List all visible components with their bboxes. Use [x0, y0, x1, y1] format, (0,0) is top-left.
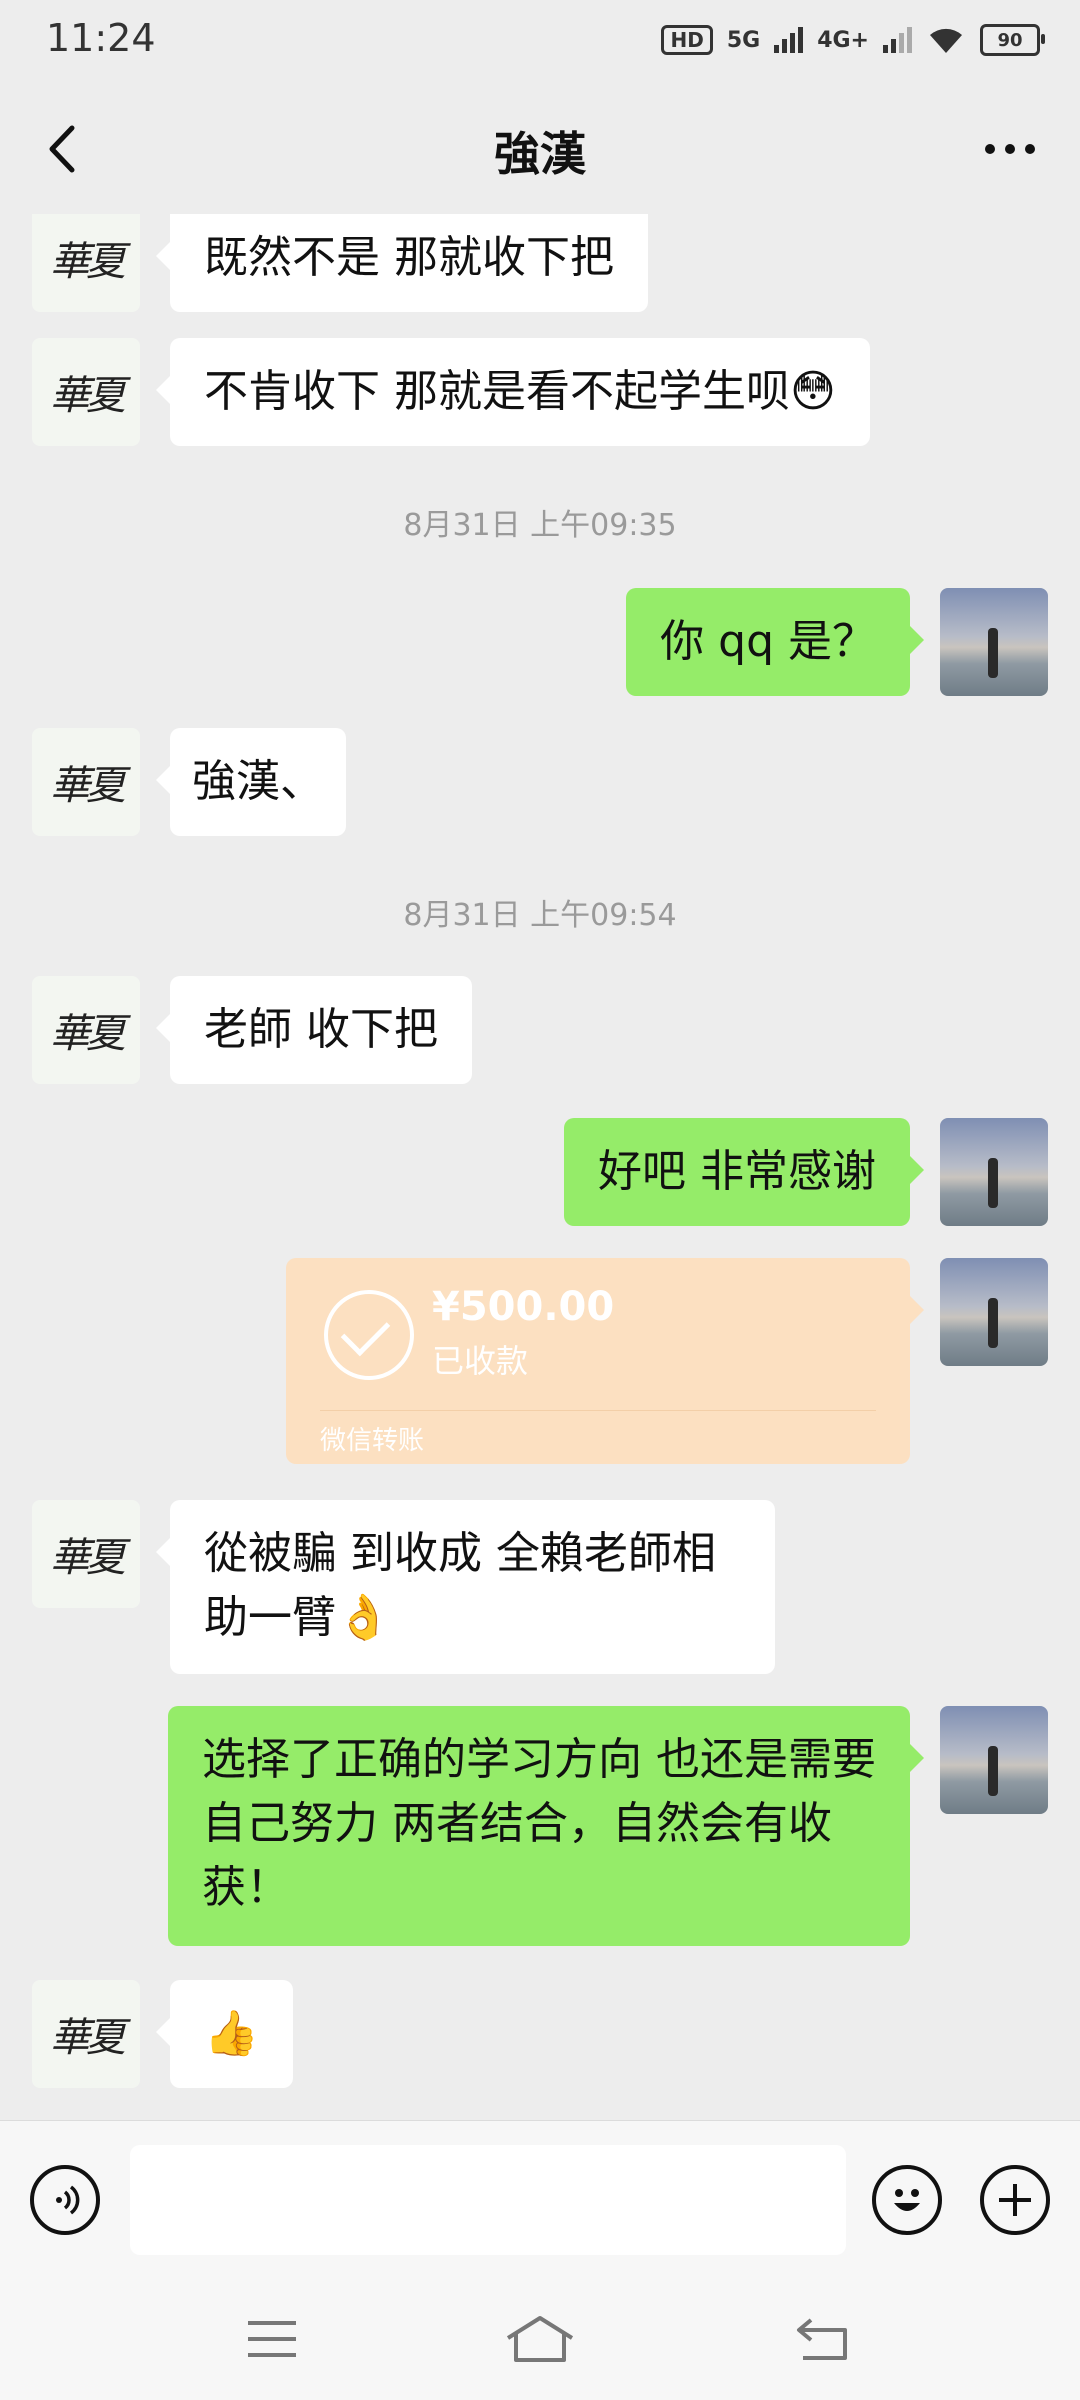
sim1-network-label: 5G [726, 27, 761, 53]
message-bubble-right[interactable]: 选择了正确的学习方向 也还是需要自己努力 两者结合，自然会有收获！ [168, 1706, 924, 1946]
message-bubble-left[interactable]: 既然不是 那就收下把 [156, 214, 648, 312]
back-nav-icon [797, 2318, 847, 2360]
chat-header: 強漢 [0, 84, 1080, 214]
input-bar [0, 2120, 1080, 2281]
more-dots-icon [985, 144, 1035, 154]
contact-avatar[interactable]: 華夏 [32, 1980, 140, 2088]
message-bubble-left[interactable]: 不肯收下 那就是看不起学生呗😳 [156, 338, 870, 446]
wifi-icon [930, 28, 962, 53]
my-avatar[interactable] [940, 1118, 1048, 1226]
contact-avatar[interactable]: 華夏 [32, 976, 140, 1084]
emoji-button[interactable] [872, 2165, 942, 2235]
message-input[interactable] [130, 2145, 846, 2255]
menu-icon [248, 2321, 296, 2357]
transfer-status: 已收款 [432, 1342, 529, 1380]
message-bubble-left[interactable]: 強漢、 [156, 728, 346, 836]
emoji-icon [894, 2189, 920, 2211]
divider [320, 1410, 876, 1411]
message-list[interactable]: 華夏 既然不是 那就收下把 華夏 不肯收下 那就是看不起学生呗😳 8月31日 上… [0, 214, 1080, 2120]
contact-avatar[interactable]: 華夏 [32, 1500, 140, 1608]
my-avatar[interactable] [940, 1258, 1048, 1366]
plus-icon [999, 2184, 1031, 2216]
menu-nav-button[interactable] [232, 2304, 312, 2374]
check-circle-icon [324, 1290, 414, 1380]
plus-button[interactable] [980, 2165, 1050, 2235]
system-nav-bar [0, 2280, 1080, 2400]
signal-icon-2 [883, 27, 912, 53]
timestamp: 8月31日 上午09:35 [403, 508, 677, 543]
hd-badge: HD [661, 25, 713, 55]
contact-avatar[interactable]: 華夏 [32, 338, 140, 446]
status-time: 11:24 [46, 16, 156, 60]
signal-icon [774, 27, 804, 53]
my-avatar[interactable] [940, 1706, 1048, 1814]
message-bubble-left[interactable]: 👍 [156, 1980, 293, 2088]
contact-avatar[interactable]: 華夏 [32, 214, 140, 312]
transfer-footer: 微信转账 [320, 1426, 425, 1456]
chat-title: 強漢 [494, 127, 586, 181]
battery-icon: 90 [980, 24, 1045, 56]
transfer-amount: ¥500.00 [432, 1284, 615, 1330]
sim2-network-label: 4G+ [817, 27, 869, 53]
message-bubble-left[interactable]: 老師 收下把 [156, 976, 472, 1084]
timestamp: 8月31日 上午09:54 [403, 898, 677, 933]
transfer-card[interactable]: ¥500.00 已收款 微信转账 [286, 1258, 924, 1464]
message-bubble-right[interactable]: 好吧 非常感谢 [564, 1118, 924, 1226]
my-avatar[interactable] [940, 588, 1048, 696]
home-nav-button[interactable] [500, 2304, 580, 2374]
message-bubble-left[interactable]: 從被騙 到收成 全賴老師相助一臂👌 [156, 1500, 775, 1674]
voice-button[interactable] [30, 2165, 100, 2235]
status-icons: HD 5G 4G+ 90 [661, 24, 1045, 56]
contact-avatar[interactable]: 華夏 [32, 728, 140, 836]
message-bubble-right[interactable]: 你 qq 是？ [626, 588, 924, 696]
voice-icon [56, 2185, 80, 2215]
home-icon [506, 2316, 574, 2362]
battery-level: 90 [997, 29, 1023, 51]
more-button[interactable] [970, 114, 1050, 184]
status-bar: 11:24 HD 5G 4G+ 90 [0, 0, 1080, 84]
back-nav-button[interactable] [783, 2304, 863, 2374]
